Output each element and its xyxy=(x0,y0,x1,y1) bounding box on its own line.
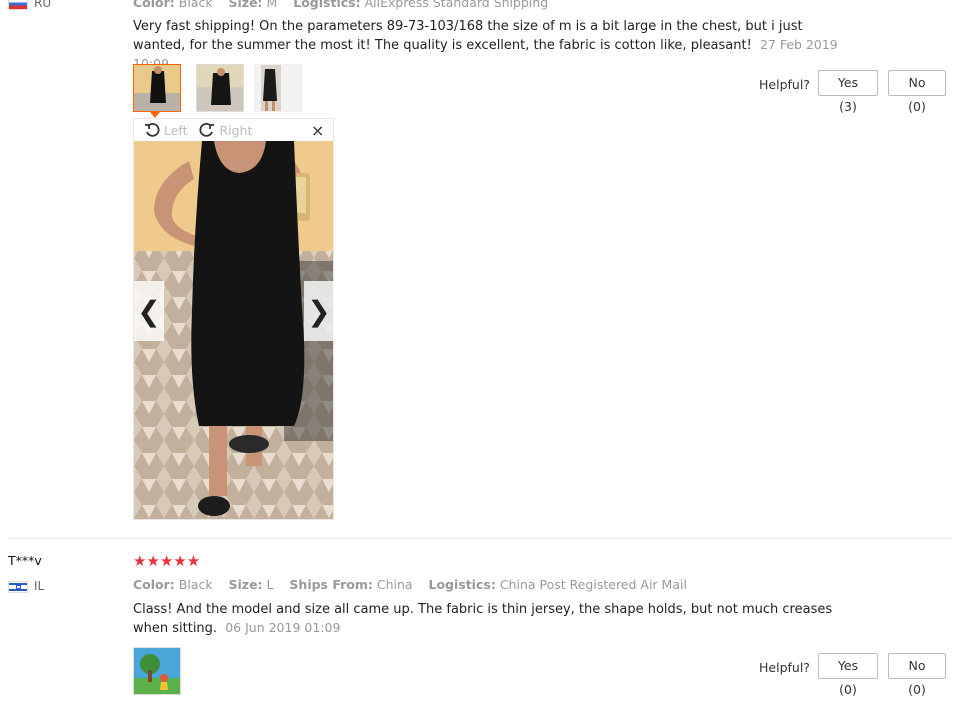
reviewer-country: RU xyxy=(8,0,51,10)
photo-thumb-image xyxy=(134,648,180,694)
review-2: T***v IL ★★★★★ Color: Black Size: L Ship… xyxy=(0,540,954,708)
review-attributes: Color: Black Size: L Ships From: China L… xyxy=(133,577,687,592)
review-photo-thumb-1[interactable] xyxy=(133,647,181,695)
flag-ru-icon xyxy=(8,0,28,10)
helpful-yes-button[interactable]: Yes (0) xyxy=(818,653,878,697)
review-attributes: Color: Black Size: M Logistics: AliExpre… xyxy=(133,0,548,10)
helpful-label: Helpful? xyxy=(759,77,810,92)
size-label: Size: xyxy=(228,0,263,10)
review-photo-thumb-2[interactable] xyxy=(196,64,244,112)
photo-thumb-image xyxy=(134,65,180,111)
flag-il-icon xyxy=(8,580,28,593)
review-body: Very fast shipping! On the parameters 89… xyxy=(133,19,803,53)
review-1: RU Color: Black Size: M Logistics: AliEx… xyxy=(0,0,954,536)
ships-from-value: China xyxy=(376,577,413,592)
size-value: L xyxy=(266,577,274,592)
photo-viewer: Left Right × ❮ ❯ xyxy=(133,118,334,520)
review-date: 06 Jun 2019 01:09 xyxy=(225,620,341,635)
review-photo-thumb-1[interactable] xyxy=(133,64,181,112)
photo-thumb-image xyxy=(255,65,301,111)
reviewer-name: T***v xyxy=(8,553,42,568)
ships-from-label: Ships From: xyxy=(289,577,373,592)
review-text: Class! And the model and size all came u… xyxy=(133,601,853,638)
photo-thumb-image xyxy=(197,65,243,111)
review-photo-thumb-3[interactable] xyxy=(254,64,302,112)
helpful-label: Helpful? xyxy=(759,660,810,675)
viewer-next-button[interactable]: ❯ xyxy=(304,281,334,341)
country-code: RU xyxy=(34,0,52,10)
helpful-no-button[interactable]: No (0) xyxy=(888,70,946,114)
viewer-prev-button[interactable]: ❮ xyxy=(134,281,164,341)
rotate-left-button[interactable]: Left xyxy=(144,122,192,138)
country-code: IL xyxy=(34,579,45,593)
review-divider xyxy=(8,538,952,539)
logistics-value: China Post Registered Air Mail xyxy=(499,577,687,592)
size-label: Size: xyxy=(228,577,263,592)
rotate-left-icon xyxy=(145,122,160,137)
helpful-yes-button[interactable]: Yes (3) xyxy=(818,70,878,114)
rotate-right-label: Right xyxy=(219,123,253,138)
helpful-no-button[interactable]: No (0) xyxy=(888,653,946,697)
color-label: Color: xyxy=(133,0,175,10)
viewer-close-button[interactable]: × xyxy=(311,121,324,140)
logistics-label: Logistics: xyxy=(293,0,361,10)
logistics-label: Logistics: xyxy=(428,577,496,592)
color-value: Black xyxy=(178,577,213,592)
reviewer-country: IL xyxy=(8,579,44,593)
logistics-value: AliExpress Standard Shipping xyxy=(364,0,549,10)
star-rating: ★★★★★ xyxy=(133,552,201,570)
rotate-left-label: Left xyxy=(163,123,188,138)
size-value: M xyxy=(266,0,278,10)
rotate-right-icon xyxy=(200,122,215,137)
rotate-right-button[interactable]: Right xyxy=(199,122,253,138)
color-label: Color: xyxy=(133,577,175,592)
color-value: Black xyxy=(178,0,213,10)
rotate-toolbar: Left Right xyxy=(144,122,329,142)
